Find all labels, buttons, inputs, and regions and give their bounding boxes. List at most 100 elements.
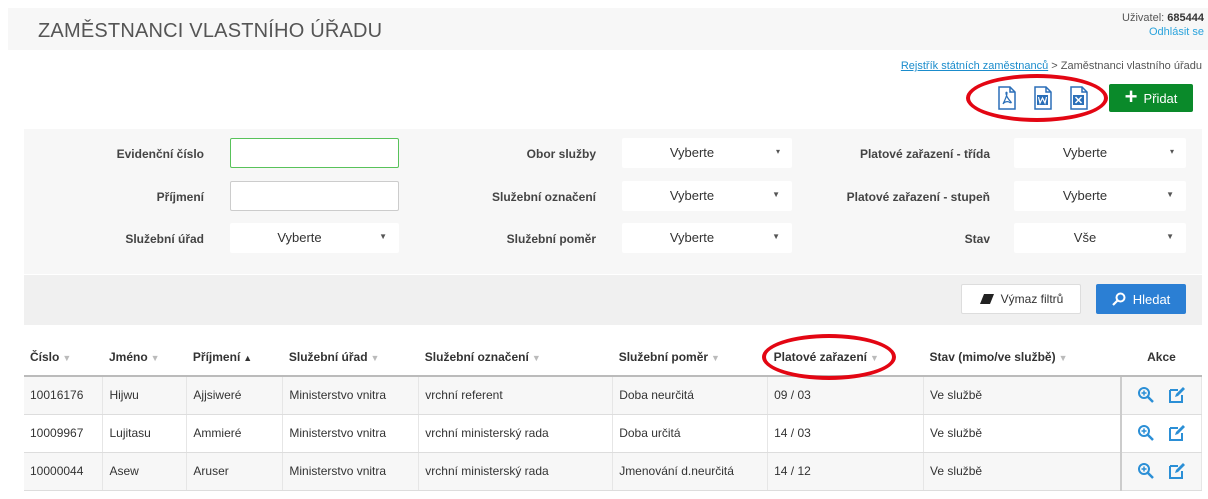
user-label: Uživatel: bbox=[1122, 12, 1165, 24]
cell-sluzebni-oznaceni: vrchní ministerský rada bbox=[418, 452, 614, 491]
sort-down-icon: ▼ bbox=[62, 352, 72, 363]
logout-link[interactable]: Odhlásit se bbox=[1122, 25, 1204, 39]
cell-sluzebni-pomer: Doba neurčitá bbox=[612, 376, 769, 415]
cell-prijmeni: Ammieré bbox=[186, 414, 284, 453]
platove-trida-select[interactable]: Vyberte ▾ bbox=[1014, 138, 1186, 168]
cell-akce bbox=[1120, 452, 1203, 491]
chevron-down-icon: ▼ bbox=[1166, 232, 1174, 241]
page-title: ZAMĚSTNANCI VLASTNÍHO ÚŘADU bbox=[38, 20, 383, 42]
table-row[interactable]: 10009967 Lujitasu Ammieré Ministerstvo v… bbox=[24, 414, 1203, 453]
cell-cislo: 10000044 bbox=[24, 452, 104, 491]
pdf-icon bbox=[998, 86, 1016, 110]
add-button-label: Přidat bbox=[1143, 90, 1178, 106]
clear-filters-button[interactable]: Výmaz filtrů bbox=[961, 284, 1081, 314]
zoom-in-icon[interactable] bbox=[1137, 462, 1155, 480]
filter-label-evidencni-cislo: Evidenční číslo bbox=[116, 147, 204, 161]
chevron-down-icon: ▼ bbox=[1166, 190, 1174, 199]
sort-down-icon: ▼ bbox=[370, 352, 380, 363]
clear-filters-label: Výmaz filtrů bbox=[1000, 292, 1064, 306]
chevron-down-icon: ▾ bbox=[1169, 147, 1174, 156]
sluzebni-urad-value: Vyberte bbox=[277, 230, 322, 245]
sluzebni-pomer-value: Vyberte bbox=[669, 230, 715, 245]
sluzebni-oznaceni-select[interactable]: Vyberte ▼ bbox=[622, 181, 792, 211]
evidencni-cislo-input[interactable] bbox=[230, 138, 399, 168]
column-header-jmeno[interactable]: Jméno ▼ bbox=[102, 338, 187, 377]
edit-icon[interactable] bbox=[1168, 386, 1186, 404]
filter-label-sluzebni-pomer: Služební poměr bbox=[506, 232, 596, 246]
platove-stupen-select[interactable]: Vyberte ▼ bbox=[1014, 181, 1186, 211]
column-header-sluzebni-urad[interactable]: Služební úřad ▼ bbox=[282, 338, 419, 377]
cell-jmeno: Lujitasu bbox=[102, 414, 188, 453]
page-header: ZAMĚSTNANCI VLASTNÍHO ÚŘADU Uživatel: 68… bbox=[8, 8, 1208, 50]
prijmeni-input[interactable] bbox=[230, 181, 399, 211]
edit-icon[interactable] bbox=[1168, 424, 1186, 442]
filter-label-platove-stupen: Platové zařazení - stupeň bbox=[846, 190, 990, 204]
cell-cislo: 10009967 bbox=[24, 414, 104, 453]
column-header-stav[interactable]: Stav (mimo/ve službě) ▼ bbox=[923, 338, 1122, 377]
add-button[interactable]: + Přidat bbox=[1109, 84, 1193, 112]
table-row[interactable]: 10016176 Hijwu Ajjsiweré Ministerstvo vn… bbox=[24, 376, 1203, 415]
employees-table: Číslo ▼ Jméno ▼ Příjmení ▲ Služební úřad ▼ S… bbox=[24, 338, 1203, 491]
table-row[interactable]: 10000044 Asew Aruser Ministerstvo vnitra… bbox=[24, 452, 1203, 491]
cell-sluzebni-oznaceni: vrchní ministerský rada bbox=[418, 414, 614, 453]
filter-label-obor-sluzby: Obor služby bbox=[526, 147, 596, 161]
user-id: 685444 bbox=[1167, 12, 1204, 24]
cell-akce bbox=[1120, 414, 1203, 453]
sluzebni-oznaceni-value: Vyberte bbox=[669, 188, 715, 203]
column-header-prijmeni[interactable]: Příjmení ▲ bbox=[186, 338, 283, 377]
search-button[interactable]: Hledat bbox=[1096, 284, 1186, 314]
cell-platove-zarazeni: 14 / 12 bbox=[767, 452, 925, 491]
filter-label-sluzebni-urad: Služební úřad bbox=[125, 232, 204, 246]
cell-stav: Ve službě bbox=[923, 452, 1122, 491]
cell-prijmeni: Ajjsiweré bbox=[186, 376, 284, 415]
cell-sluzebni-urad: Ministerstvo vnitra bbox=[282, 376, 420, 415]
column-header-sluzebni-oznaceni[interactable]: Služební označení ▼ bbox=[418, 338, 613, 377]
sort-down-icon: ▼ bbox=[711, 352, 720, 363]
filter-label-prijmeni: Příjmení bbox=[156, 190, 204, 204]
chevron-down-icon: ▾ bbox=[775, 147, 780, 156]
zoom-in-icon[interactable] bbox=[1137, 424, 1155, 442]
cell-akce bbox=[1120, 376, 1203, 415]
column-header-platove-zarazeni[interactable]: Platové zařazení ▼ bbox=[767, 338, 924, 377]
platove-trida-value: Vyberte bbox=[1062, 145, 1108, 160]
edit-icon[interactable] bbox=[1168, 462, 1186, 480]
user-box: Uživatel: 685444 Odhlásit se bbox=[1122, 11, 1204, 39]
stav-value: Vše bbox=[1073, 230, 1097, 245]
obor-sluzby-select[interactable]: Vyberte ▾ bbox=[622, 138, 792, 168]
cell-sluzebni-urad: Ministerstvo vnitra bbox=[282, 414, 420, 453]
column-header-sluzebni-pomer[interactable]: Služební poměr ▼ bbox=[612, 338, 768, 377]
word-export-button[interactable] bbox=[1032, 86, 1054, 110]
chevron-down-icon: ▼ bbox=[772, 232, 780, 241]
excel-export-button[interactable] bbox=[1068, 86, 1090, 110]
stav-select[interactable]: Vše ▼ bbox=[1014, 223, 1186, 253]
cell-sluzebni-urad: Ministerstvo vnitra bbox=[282, 452, 420, 491]
cell-platove-zarazeni: 14 / 03 bbox=[767, 414, 925, 453]
chevron-down-icon: ▼ bbox=[379, 232, 387, 241]
obor-sluzby-value: Vyberte bbox=[669, 145, 715, 160]
cell-jmeno: Asew bbox=[102, 452, 188, 491]
excel-icon bbox=[1070, 86, 1088, 110]
sort-up-icon: ▲ bbox=[243, 352, 253, 363]
breadcrumb-current: Zaměstnanci vlastního úřadu bbox=[1060, 60, 1202, 72]
cell-jmeno: Hijwu bbox=[102, 376, 188, 415]
breadcrumb-separator: > bbox=[1048, 60, 1061, 72]
zoom-in-icon[interactable] bbox=[1137, 386, 1155, 404]
sluzebni-urad-select[interactable]: Vyberte ▼ bbox=[230, 223, 399, 253]
pdf-export-button[interactable] bbox=[996, 86, 1018, 110]
cell-sluzebni-oznaceni: vrchní referent bbox=[418, 376, 614, 415]
breadcrumb-parent-link[interactable]: Rejstřík státních zaměstnanců bbox=[901, 60, 1048, 72]
filter-label-sluzebni-oznaceni: Služební označení bbox=[491, 190, 596, 204]
chevron-down-icon: ▼ bbox=[772, 190, 780, 199]
platove-stupen-value: Vyberte bbox=[1062, 188, 1108, 203]
cell-prijmeni: Aruser bbox=[186, 452, 284, 491]
cell-cislo: 10016176 bbox=[24, 376, 104, 415]
sort-down-icon: ▼ bbox=[870, 352, 879, 363]
sluzebni-pomer-select[interactable]: Vyberte ▼ bbox=[622, 223, 792, 253]
column-header-akce: Akce bbox=[1121, 338, 1202, 377]
sort-down-icon: ▼ bbox=[531, 352, 541, 363]
column-header-cislo[interactable]: Číslo ▼ bbox=[24, 338, 103, 377]
sort-down-icon: ▼ bbox=[1058, 352, 1068, 363]
cell-sluzebni-pomer: Doba určitá bbox=[612, 414, 769, 453]
filter-label-stav: Stav bbox=[964, 232, 990, 246]
plus-icon: + bbox=[1124, 84, 1138, 109]
